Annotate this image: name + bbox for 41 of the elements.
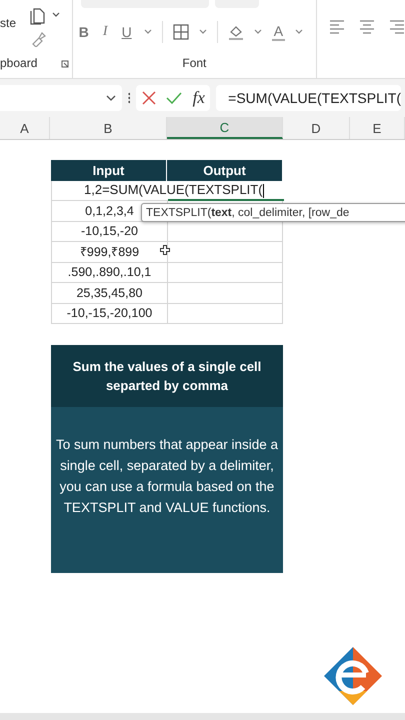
borders-icon[interactable] xyxy=(172,24,189,40)
table-cell: 25,35,45,80 xyxy=(51,283,167,304)
card-text: To sum numbers that appear inside a single cell, separated by a delimiter, you can use a formula based on the TEXTSPLIT and VALUE functions. xyxy=(54,436,280,517)
caret-icon[interactable] xyxy=(198,29,207,35)
caret-icon[interactable] xyxy=(144,29,152,35)
paste-label[interactable]: ste xyxy=(0,16,16,30)
editing-text[interactable]: 1,2=SUM(VALUE(TEXTSPLIT( xyxy=(84,182,264,198)
bold-button[interactable]: B xyxy=(76,24,91,40)
formula-field[interactable]: =SUM(VALUE(TEXTSPLIT( xyxy=(216,85,401,111)
copy-icon[interactable] xyxy=(30,7,46,25)
cancel-icon[interactable] xyxy=(142,91,156,105)
column-header[interactable]: A xyxy=(0,117,50,139)
insert-function-button[interactable]: fx xyxy=(192,88,205,108)
header-cell: Input xyxy=(51,160,167,180)
column-header[interactable]: C xyxy=(167,117,283,139)
column-header[interactable]: D xyxy=(283,117,350,139)
logo-icon xyxy=(322,645,384,707)
dropdown-icon[interactable] xyxy=(106,95,116,101)
align-icon[interactable] xyxy=(329,20,345,34)
column-header[interactable]: E xyxy=(350,117,405,139)
header-cell: Output xyxy=(167,160,283,180)
caret-icon[interactable] xyxy=(254,29,262,35)
horizontal-scrollbar[interactable] xyxy=(0,713,405,720)
table-cell: -10,-15,-20,100 xyxy=(51,304,167,324)
caret-icon[interactable] xyxy=(295,29,304,35)
align-icon[interactable] xyxy=(389,20,405,34)
underline-button[interactable]: U xyxy=(120,24,134,40)
function-tooltip: TEXTSPLIT(text, col_delimiter, [row_de xyxy=(141,203,405,222)
group-label: Font xyxy=(182,56,206,70)
group-label: pboard xyxy=(0,56,38,70)
more-icon xyxy=(128,92,130,104)
cell-cursor-icon xyxy=(160,245,170,255)
table-cell: .590,.890,.10,1 xyxy=(51,262,167,283)
align-icon[interactable] xyxy=(359,20,375,34)
italic-button[interactable]: I xyxy=(100,24,110,40)
caret-icon[interactable] xyxy=(52,12,60,18)
enter-icon[interactable] xyxy=(166,92,182,104)
format-painter-icon[interactable] xyxy=(30,31,46,47)
font-color-button[interactable]: A xyxy=(272,23,286,41)
dialog-launcher-icon[interactable] xyxy=(61,60,69,68)
card-title: Sum the values of a single cell separted by comma xyxy=(51,345,283,407)
